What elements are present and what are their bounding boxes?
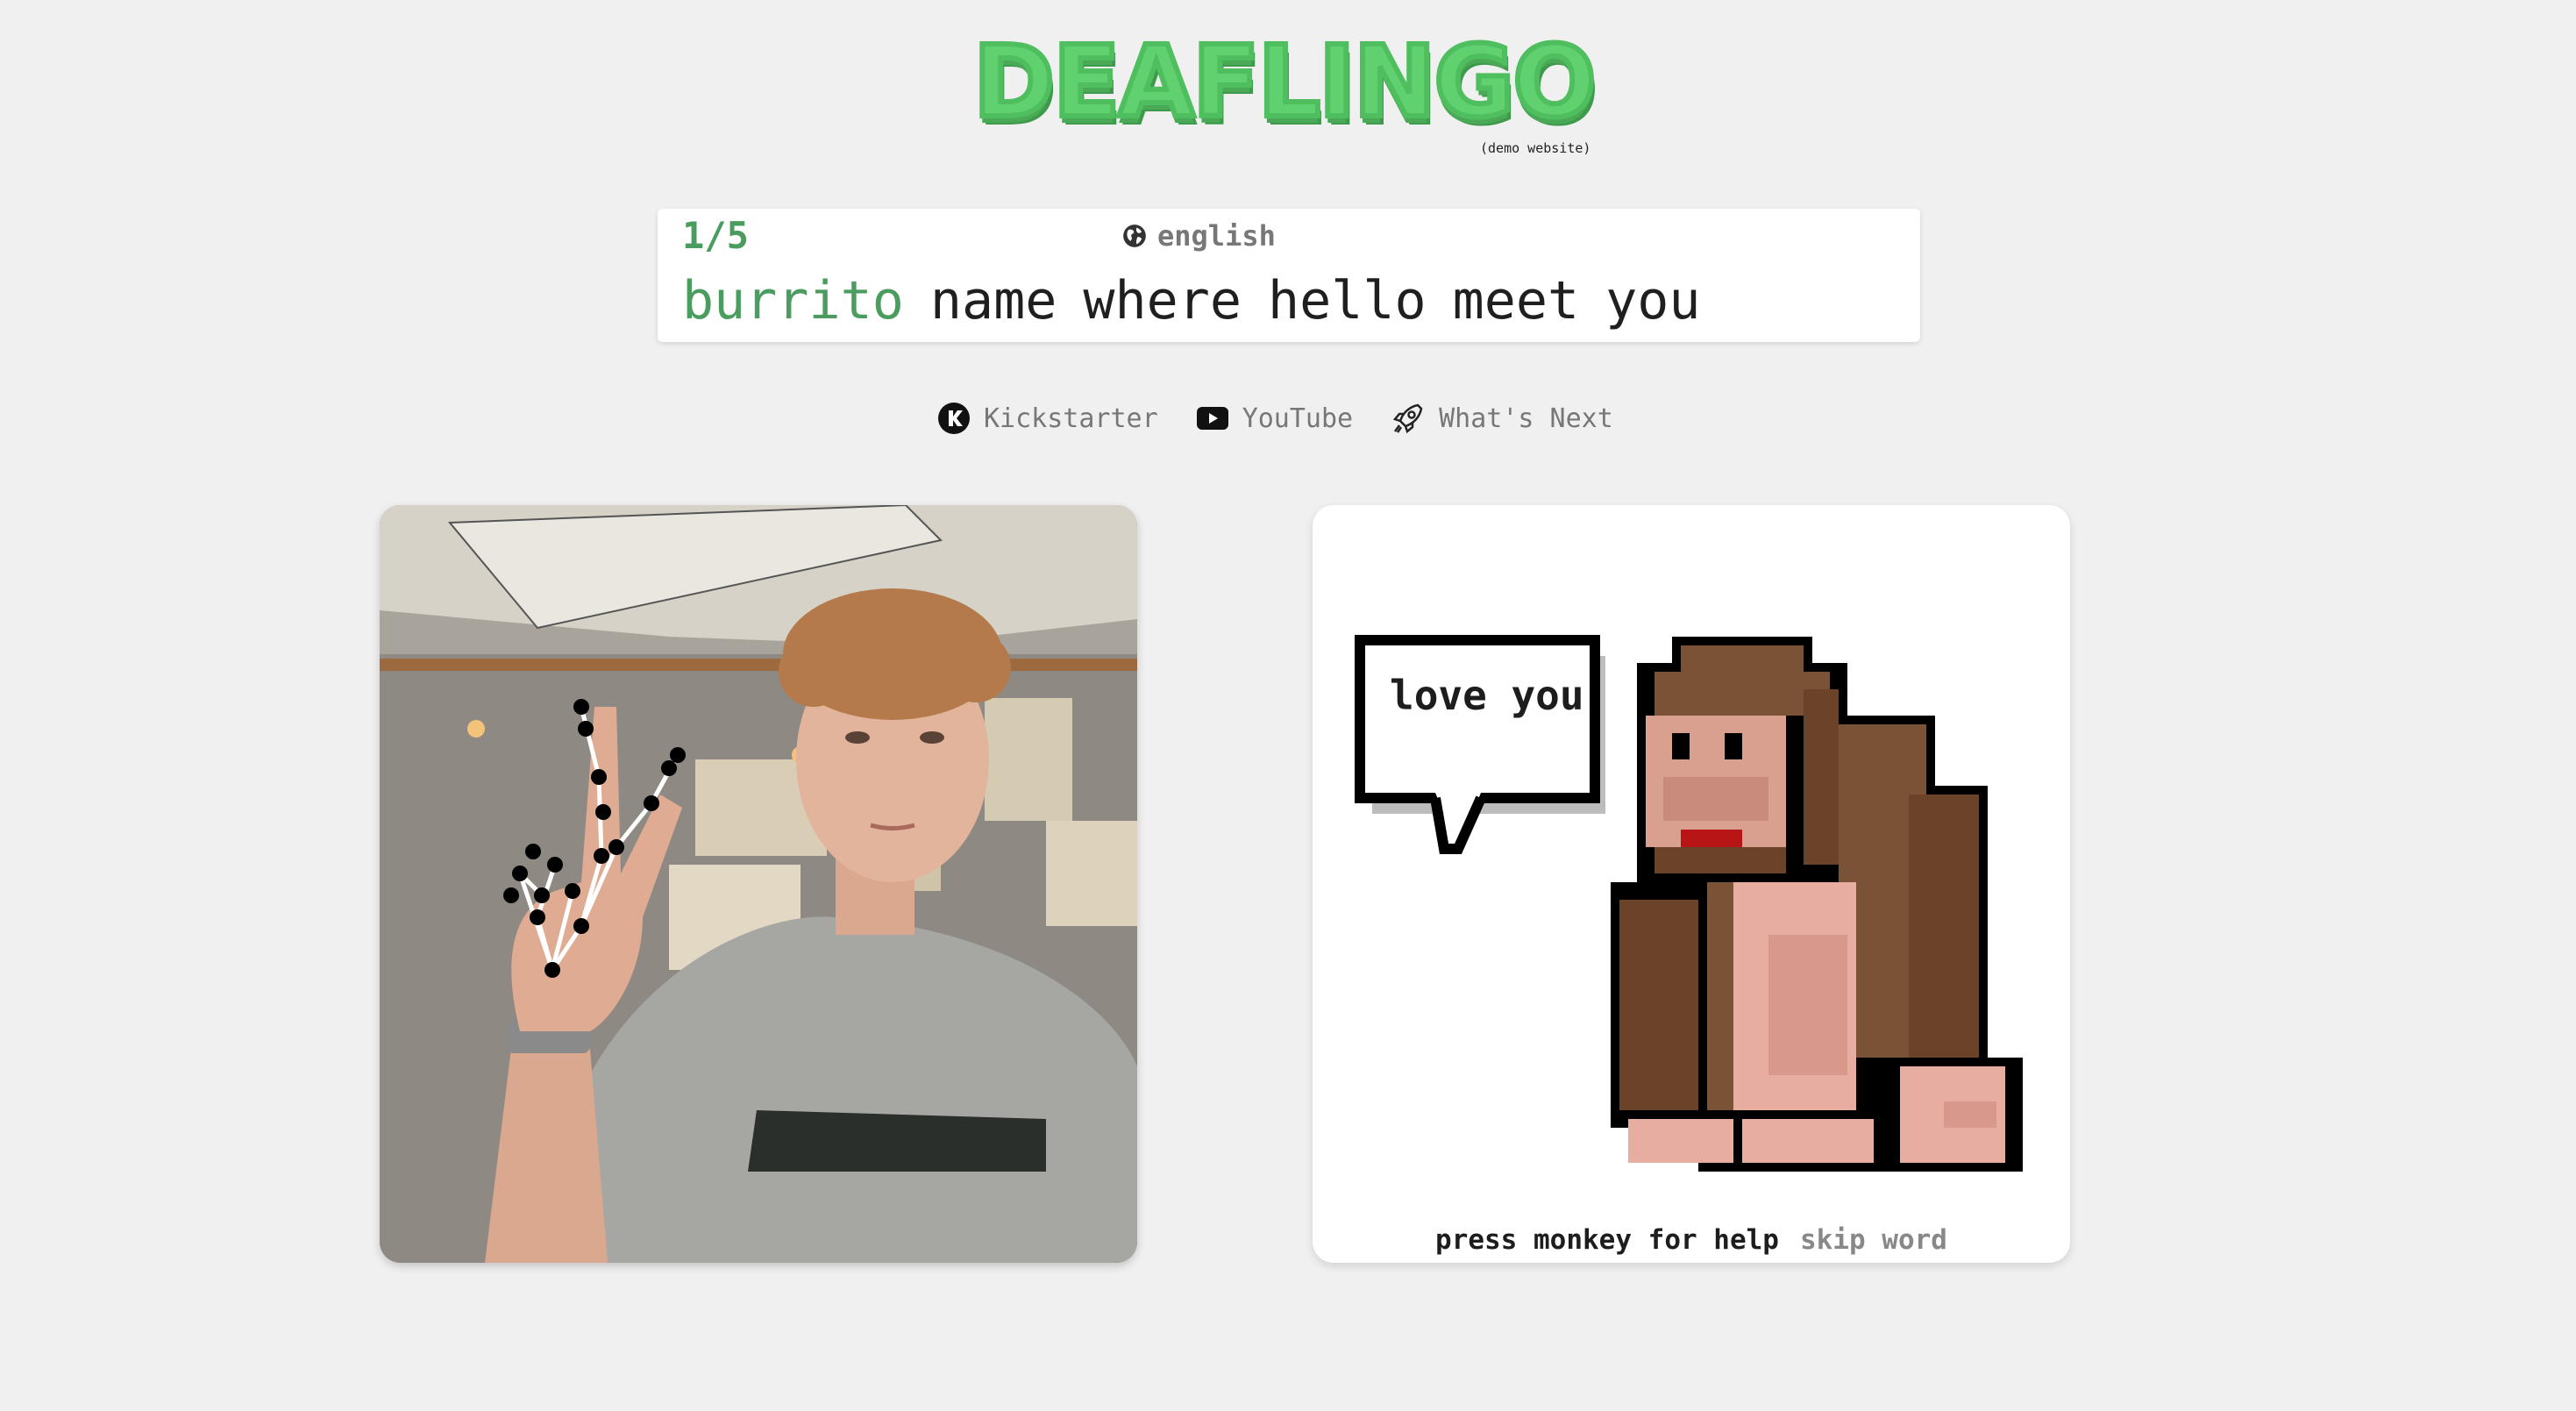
logo: DEAFLINGO (demo website) bbox=[964, 25, 1613, 161]
monkey-panel: love you press monkey for help skip word bbox=[1313, 505, 2070, 1263]
webcam-scene bbox=[380, 505, 1137, 1263]
whats-next-link[interactable]: What's Next bbox=[1391, 402, 1613, 435]
language-selector[interactable]: english bbox=[1122, 219, 1276, 253]
rocket-icon bbox=[1392, 403, 1423, 434]
logo-subtitle: (demo website) bbox=[1480, 140, 1591, 156]
help-row: press monkey for help skip word bbox=[1313, 1224, 2070, 1256]
youtube-icon bbox=[1196, 407, 1228, 430]
logo-title: DEAFLINGO bbox=[971, 25, 1599, 139]
webcam-feed bbox=[380, 505, 1137, 1263]
word-item: you bbox=[1605, 270, 1701, 331]
youtube-link[interactable]: YouTube bbox=[1196, 403, 1354, 434]
kickstarter-icon bbox=[938, 403, 970, 434]
youtube-label: YouTube bbox=[1242, 403, 1354, 434]
help-button[interactable]: press monkey for help bbox=[1435, 1224, 1779, 1256]
globe-icon bbox=[1123, 224, 1146, 247]
language-label: english bbox=[1157, 219, 1276, 253]
progress-counter: 1/5 bbox=[682, 214, 749, 257]
word-card: 1/5 english burrito name where hello mee… bbox=[658, 209, 1920, 342]
word-item-current: burrito bbox=[682, 270, 904, 331]
skip-word-button[interactable]: skip word bbox=[1800, 1224, 1947, 1256]
word-item: name bbox=[929, 270, 1057, 331]
monkey-mascot[interactable] bbox=[1611, 637, 2023, 1172]
word-list: burrito name where hello meet you bbox=[682, 270, 1701, 331]
nav-links: Kickstarter YouTube What's Next bbox=[938, 402, 1613, 435]
whats-next-label: What's Next bbox=[1439, 403, 1613, 434]
speech-bubble bbox=[1355, 635, 1605, 854]
word-item: where bbox=[1083, 270, 1242, 331]
kickstarter-link[interactable]: Kickstarter bbox=[938, 403, 1158, 434]
word-item: hello bbox=[1268, 270, 1427, 331]
speech-text: love you bbox=[1390, 672, 1584, 719]
word-item: meet bbox=[1452, 270, 1580, 331]
kickstarter-label: Kickstarter bbox=[984, 403, 1158, 434]
